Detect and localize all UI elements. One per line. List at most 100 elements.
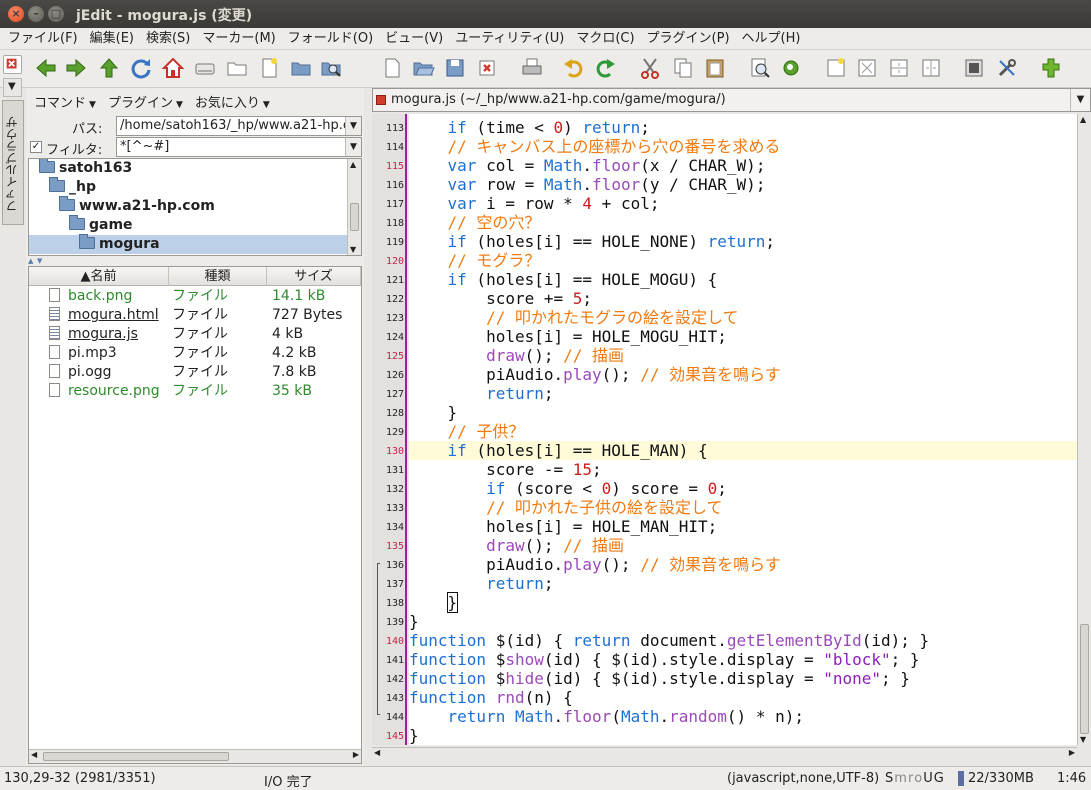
editor-hscrollbar[interactable]: ◀ ▶ bbox=[372, 747, 1077, 761]
cut-icon[interactable] bbox=[638, 56, 662, 80]
caret-position[interactable]: 130,29-32 (2981/3351) bbox=[4, 771, 156, 786]
column-header[interactable]: 種類 bbox=[169, 267, 267, 286]
home-icon[interactable] bbox=[161, 56, 185, 80]
file-row[interactable]: pi.mp3 ファイル 4.2 kB bbox=[29, 344, 361, 363]
buffer-switcher[interactable]: mogura.js (~/_hp/www.a21-hp.com/game/mog… bbox=[372, 88, 1091, 112]
tree-scrollbar[interactable]: ▲ ▼ bbox=[347, 159, 361, 255]
copy-icon[interactable] bbox=[671, 56, 695, 80]
editor-vscroll-thumb[interactable] bbox=[1080, 624, 1089, 734]
status-flag[interactable]: o bbox=[914, 771, 922, 786]
new-folder-icon[interactable] bbox=[225, 56, 249, 80]
scroll-down-icon[interactable]: ▼ bbox=[1080, 735, 1086, 744]
split-vertical-icon[interactable] bbox=[919, 56, 943, 80]
forward-arrow-icon[interactable] bbox=[64, 56, 88, 80]
close-buffer-icon[interactable] bbox=[475, 56, 499, 80]
file-row[interactable]: mogura.js ファイル 4 kB bbox=[29, 325, 361, 344]
save-icon[interactable] bbox=[443, 56, 467, 80]
search-folder-icon[interactable] bbox=[319, 56, 343, 80]
chevron-down-icon[interactable]: ▼ bbox=[345, 117, 361, 135]
drive-icon[interactable] bbox=[193, 56, 217, 80]
line-number-gutter[interactable]: 113 114 115 116 117 118 119 120 121 122 123 124 125 1… bbox=[372, 114, 407, 745]
split-horizontal-icon[interactable] bbox=[887, 56, 911, 80]
status-flag[interactable]: r bbox=[908, 771, 913, 786]
collapse-up-icon[interactable]: ▲ bbox=[28, 257, 33, 265]
tree-row[interactable]: game bbox=[29, 215, 347, 235]
status-flag[interactable]: U bbox=[923, 771, 933, 786]
menu-item[interactable]: マーカー(M) bbox=[196, 28, 281, 50]
file-list-hscrollbar[interactable]: ◀ ▶ bbox=[29, 749, 361, 763]
tree-row[interactable]: mogura bbox=[29, 234, 347, 254]
find-icon[interactable] bbox=[748, 56, 772, 80]
file-browser-menu[interactable]: コマンド ▼ bbox=[26, 92, 100, 111]
menu-item[interactable]: マクロ(C) bbox=[570, 28, 640, 50]
column-header[interactable]: ▲名前 bbox=[29, 267, 169, 286]
column-header[interactable]: サイズ bbox=[267, 267, 361, 286]
file-list-hscroll-thumb[interactable] bbox=[43, 752, 229, 761]
filter-input[interactable]: *[^~#] ▼ bbox=[116, 137, 362, 157]
path-input[interactable]: /home/satoh163/_hp/www.a21-hp.com/game/m… bbox=[116, 116, 362, 136]
file-row[interactable]: mogura.html ファイル 727 Bytes bbox=[29, 306, 361, 325]
tree-row[interactable]: _hp bbox=[29, 177, 347, 197]
up-arrow-icon[interactable] bbox=[97, 56, 121, 80]
scroll-up-icon[interactable]: ▲ bbox=[350, 160, 356, 169]
new-buffer-icon[interactable] bbox=[380, 56, 404, 80]
scroll-left-icon[interactable]: ◀ bbox=[31, 750, 37, 759]
mode-info[interactable]: (javascript,none,UTF-8) bbox=[727, 771, 879, 786]
collapse-down-icon[interactable]: ▼ bbox=[37, 257, 42, 265]
paste-icon[interactable] bbox=[703, 56, 727, 80]
back-arrow-icon[interactable] bbox=[34, 56, 58, 80]
menu-item[interactable]: プラグイン(P) bbox=[641, 28, 736, 50]
split-pane-divider[interactable]: ▲ ▼ bbox=[28, 257, 362, 266]
chevron-down-icon[interactable]: ▼ bbox=[345, 138, 361, 156]
redo-icon[interactable] bbox=[594, 56, 618, 80]
find-next-icon[interactable] bbox=[779, 56, 803, 80]
open-file-icon[interactable] bbox=[411, 56, 435, 80]
tree-row[interactable]: www.a21-hp.com bbox=[29, 196, 347, 216]
menu-item[interactable]: ビュー(V) bbox=[379, 28, 449, 50]
dock-menu-button[interactable]: ▼ bbox=[3, 78, 22, 97]
file-row[interactable]: back.png ファイル 14.1 kB bbox=[29, 287, 361, 306]
new-file-icon[interactable] bbox=[257, 56, 281, 80]
new-view-icon[interactable] bbox=[824, 56, 848, 80]
scroll-right-icon[interactable]: ▶ bbox=[1069, 748, 1075, 757]
menu-item[interactable]: ユーティリティ(U) bbox=[449, 28, 570, 50]
file-browser-menu[interactable]: プラグイン ▼ bbox=[100, 92, 187, 111]
chevron-down-icon[interactable]: ▼ bbox=[1070, 89, 1090, 111]
menu-item[interactable]: フォールド(O) bbox=[282, 28, 379, 50]
window-close-button[interactable]: × bbox=[8, 6, 24, 22]
status-flag[interactable]: G bbox=[934, 771, 944, 786]
open-folder-icon[interactable] bbox=[289, 56, 313, 80]
window-maximize-button[interactable]: □ bbox=[48, 6, 64, 22]
filter-checkbox[interactable]: ✓ bbox=[30, 141, 42, 153]
scroll-left-icon[interactable]: ◀ bbox=[374, 748, 380, 757]
tools-icon[interactable] bbox=[995, 56, 1019, 80]
file-row[interactable]: pi.ogg ファイル 7.8 kB bbox=[29, 363, 361, 382]
menu-item[interactable]: 検索(S) bbox=[140, 28, 196, 50]
status-flag[interactable]: S bbox=[885, 771, 893, 786]
unsplit-icon[interactable] bbox=[855, 56, 879, 80]
text-area[interactable]: if (time < 0) return; // キャンバス上の座標から穴の番号… bbox=[409, 114, 1077, 745]
tree-row[interactable]: satoh163 bbox=[29, 159, 347, 178]
plugin-manager-icon[interactable] bbox=[1039, 56, 1063, 80]
tree-scroll-thumb[interactable] bbox=[350, 203, 359, 231]
menu-item[interactable]: 編集(E) bbox=[84, 28, 140, 50]
status-flag[interactable]: m bbox=[894, 771, 907, 786]
file-browser-menu[interactable]: お気に入り ▼ bbox=[187, 92, 274, 111]
undo-icon[interactable] bbox=[561, 56, 585, 80]
memory-status[interactable]: 22/330MB bbox=[968, 771, 1034, 786]
menu-item[interactable]: ヘルプ(H) bbox=[736, 28, 807, 50]
scroll-up-icon[interactable]: ▲ bbox=[1080, 115, 1086, 124]
scroll-right-icon[interactable]: ▶ bbox=[353, 750, 359, 759]
options-icon[interactable] bbox=[962, 56, 986, 80]
scroll-down-icon[interactable]: ▼ bbox=[350, 245, 356, 254]
toolbar bbox=[0, 50, 1091, 88]
editor-flags[interactable]: SmroUG bbox=[885, 771, 945, 786]
file-row[interactable]: resource.png ファイル 35 kB bbox=[29, 382, 361, 401]
menu-item[interactable]: ファイル(F) bbox=[0, 28, 84, 50]
editor-vscrollbar[interactable]: ▲ ▼ bbox=[1077, 114, 1091, 745]
print-icon[interactable] bbox=[520, 56, 544, 80]
dock-close-button[interactable] bbox=[3, 55, 22, 74]
window-minimize-button[interactable]: – bbox=[28, 6, 44, 22]
reload-icon[interactable] bbox=[129, 56, 153, 80]
